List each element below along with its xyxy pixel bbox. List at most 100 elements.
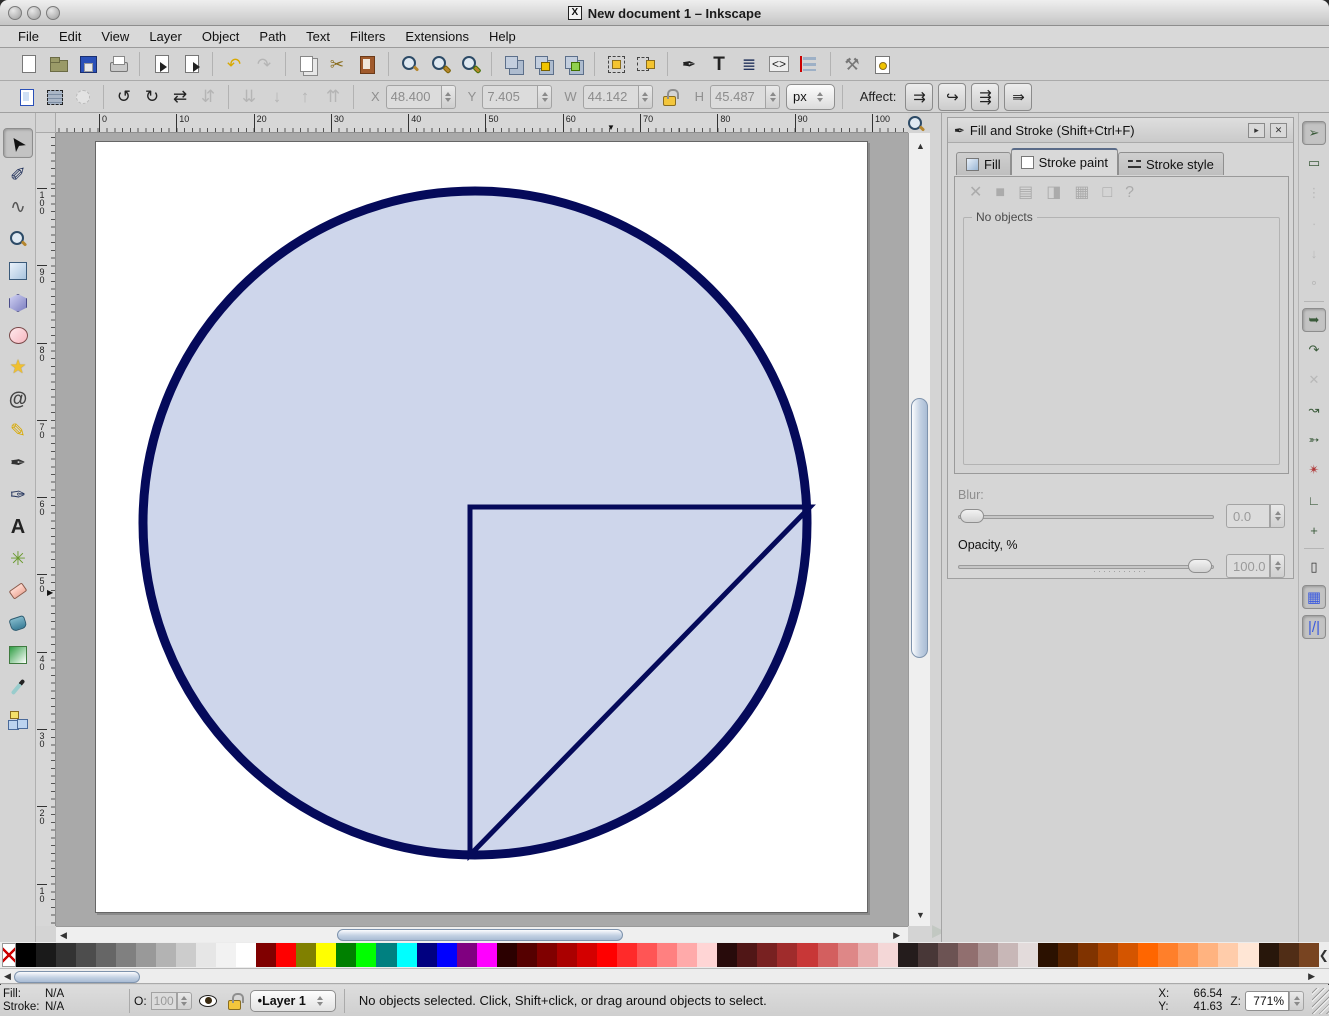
color-swatch[interactable] [978, 943, 998, 967]
snap-cusp-nodes-toggle[interactable]: ↝ [1302, 398, 1326, 422]
snap-object-centers-toggle[interactable]: ∟ [1302, 488, 1326, 512]
color-swatch[interactable] [697, 943, 717, 967]
tool-3dbox[interactable] [3, 288, 33, 318]
color-swatch[interactable] [96, 943, 116, 967]
snap-bbox-centers-toggle[interactable]: ∘ [1302, 271, 1326, 295]
color-swatch[interactable] [336, 943, 356, 967]
snap-bbox-corners-toggle[interactable]: ∙ [1302, 211, 1326, 235]
w-input[interactable] [583, 85, 638, 109]
palette-scrollbar[interactable]: ◀ ▶ [0, 968, 1329, 984]
color-swatch[interactable] [1098, 943, 1118, 967]
tool-node-editor[interactable]: ✐ [3, 160, 33, 190]
undo-button[interactable]: ↶ [220, 50, 248, 78]
color-swatch[interactable] [577, 943, 597, 967]
snap-rotation-centers-toggle[interactable]: + [1302, 518, 1326, 542]
flip-vertical-button[interactable]: ⇵ [195, 84, 221, 110]
align-distribute-button[interactable] [795, 50, 823, 78]
layers-dialog-button[interactable]: ≣ [735, 50, 763, 78]
pattern-button[interactable]: ▦ [1074, 185, 1089, 201]
snap-grids-toggle[interactable]: ▦ [1302, 585, 1326, 609]
color-swatch[interactable] [517, 943, 537, 967]
color-swatch[interactable] [597, 943, 617, 967]
open-button[interactable] [44, 50, 72, 78]
vertical-scrollbar[interactable]: ▲ ▼ [908, 133, 930, 926]
scroll-right-icon[interactable]: ▶ [893, 930, 900, 941]
snap-page-border-toggle[interactable]: ▯ [1302, 555, 1326, 579]
color-swatch[interactable] [1178, 943, 1198, 967]
menu-item[interactable]: Text [296, 26, 340, 48]
color-swatch[interactable] [898, 943, 918, 967]
color-swatch[interactable] [176, 943, 196, 967]
color-swatch[interactable] [56, 943, 76, 967]
radial-gradient-button[interactable]: ◨ [1046, 185, 1061, 201]
create-clone-button[interactable] [529, 50, 557, 78]
object-opacity-spinner[interactable] [177, 992, 192, 1010]
scroll-left-icon[interactable]: ◀ [60, 930, 67, 941]
horizontal-scroll-thumb[interactable] [337, 929, 623, 941]
unlink-clone-button[interactable] [559, 50, 587, 78]
blur-slider-knob[interactable] [960, 509, 984, 523]
import-button[interactable] [147, 50, 175, 78]
snap-bbox-edge-midpoints-toggle[interactable]: ↓ [1302, 241, 1326, 265]
color-swatch[interactable] [1058, 943, 1078, 967]
snap-intersections-toggle[interactable]: ✕ [1302, 368, 1326, 392]
snap-nodes-toggle[interactable]: ➥ [1302, 308, 1326, 332]
lower-button[interactable]: ↓ [264, 84, 290, 110]
color-swatch[interactable] [858, 943, 878, 967]
vertical-ruler[interactable]: 100908070605040302010 ▶ [36, 133, 56, 926]
color-swatch[interactable] [216, 943, 236, 967]
snap-others-toggle[interactable]: ✴ [1302, 458, 1326, 482]
color-swatch[interactable] [938, 943, 958, 967]
color-swatch[interactable] [1218, 943, 1238, 967]
lock-ratio-toggle[interactable] [661, 88, 677, 106]
snap-bbox-toggle[interactable]: ▭ [1302, 151, 1326, 175]
horizontal-ruler[interactable]: 0102030405060708090100 ▼ [56, 113, 908, 133]
tool-tweak[interactable]: ∿ [3, 192, 33, 222]
document-properties-button[interactable] [868, 50, 896, 78]
color-swatch[interactable] [998, 943, 1018, 967]
color-swatch[interactable] [777, 943, 797, 967]
rotate-cw-button[interactable]: ↻ [139, 84, 165, 110]
color-swatch[interactable] [918, 943, 938, 967]
snap-enable-toggle[interactable]: ➢ [1302, 121, 1326, 145]
layer-selector[interactable]: •Layer 1 [250, 990, 336, 1012]
select-all-layers-button[interactable] [42, 84, 68, 110]
redo-button[interactable]: ↷ [250, 50, 278, 78]
color-swatch[interactable] [236, 943, 256, 967]
color-swatch[interactable] [838, 943, 858, 967]
dialog-close-button[interactable]: ✕ [1270, 123, 1287, 138]
print-button[interactable] [104, 50, 132, 78]
menu-item[interactable]: Edit [49, 26, 91, 48]
duplicate-button[interactable] [499, 50, 527, 78]
palette-scroll-right-arrow-icon[interactable]: ▶ [1308, 971, 1315, 982]
color-swatch[interactable] [1299, 943, 1319, 967]
color-swatch[interactable] [1018, 943, 1038, 967]
affect-stroke-toggle[interactable]: ⇉ [905, 83, 933, 111]
color-swatch[interactable] [276, 943, 296, 967]
menu-item[interactable]: Path [249, 26, 296, 48]
color-swatch[interactable] [316, 943, 336, 967]
tool-spray[interactable]: ✳ [3, 544, 33, 574]
object-opacity-value[interactable]: 100 [151, 992, 177, 1010]
color-swatch[interactable] [76, 943, 96, 967]
color-swatch[interactable] [657, 943, 677, 967]
text-dialog-button[interactable]: T [705, 50, 733, 78]
menu-item[interactable]: Extensions [395, 26, 479, 48]
x-spinner[interactable] [441, 85, 456, 109]
color-swatch[interactable] [156, 943, 176, 967]
color-swatch[interactable] [417, 943, 437, 967]
save-button[interactable] [74, 50, 102, 78]
snap-paths-toggle[interactable]: ↷ [1302, 338, 1326, 362]
color-swatch[interactable] [677, 943, 697, 967]
menu-item[interactable]: Help [479, 26, 526, 48]
group-button[interactable] [602, 50, 630, 78]
palette-scroll-left-arrow-icon[interactable]: ◀ [4, 971, 11, 982]
color-swatch[interactable] [196, 943, 216, 967]
color-swatch[interactable] [477, 943, 497, 967]
color-swatch[interactable] [16, 943, 36, 967]
color-swatch[interactable] [878, 943, 898, 967]
tool-dropper[interactable] [3, 672, 33, 702]
color-swatch[interactable] [1138, 943, 1158, 967]
lower-to-bottom-button[interactable]: ⇊ [236, 84, 262, 110]
color-swatch[interactable] [537, 943, 557, 967]
